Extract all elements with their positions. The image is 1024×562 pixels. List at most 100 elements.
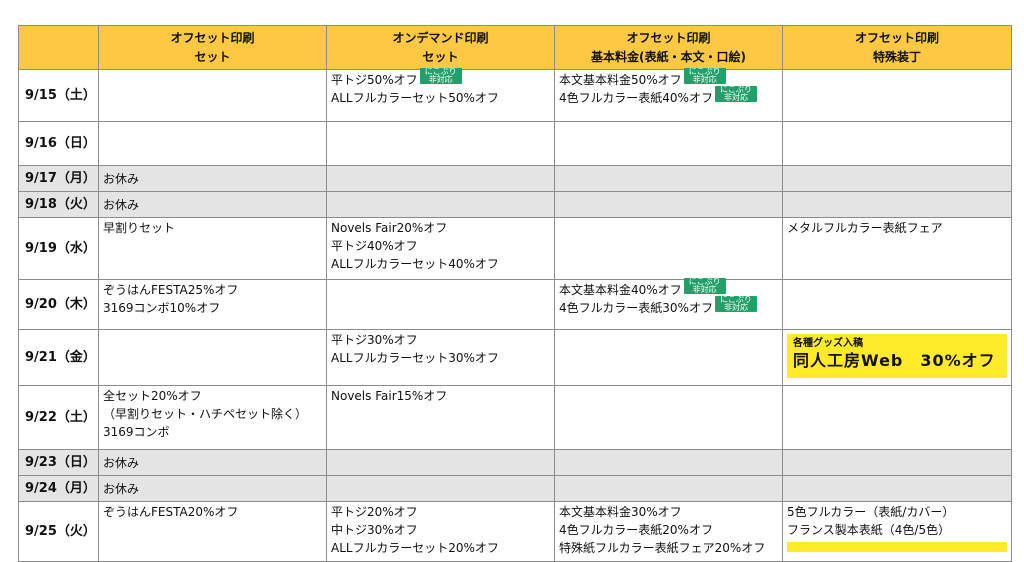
cell-text: お休み bbox=[103, 171, 140, 186]
schedule-cell: お休み bbox=[98, 449, 327, 476]
schedule-cell: 早割りセット bbox=[98, 217, 327, 280]
cell-line: 平トジ40%オフ bbox=[331, 237, 550, 255]
cell-line: 早割りセット bbox=[103, 219, 322, 237]
cell-line: メタルフルカラー表紙フェア bbox=[787, 219, 1007, 237]
cell-line: 全セット20%オフ bbox=[103, 387, 322, 405]
schedule-cell: お休み bbox=[98, 165, 327, 192]
table-row: 9/21（金） 平トジ30%オフ ALLフルカラーセット30%オフ 各種グッズ入稿 同人… bbox=[18, 329, 1012, 386]
cell-line: 特殊紙フルカラー表紙フェア20%オフ bbox=[559, 539, 778, 557]
not-supported-badge: にこぷり 非対応 bbox=[714, 295, 757, 312]
header-date bbox=[18, 25, 99, 70]
cell-text: 本文基本料金50%オフ bbox=[559, 73, 682, 87]
header-ondemand-set: オンデマンド印刷 セット bbox=[326, 25, 555, 70]
cell-text: 本文基本料金40%オフ bbox=[559, 283, 682, 297]
banner-subtitle: 各種グッズ入稿 bbox=[793, 338, 863, 349]
badge-line: 非対応 bbox=[692, 74, 717, 84]
cell-text: Novels Fair15%オフ bbox=[331, 389, 448, 403]
cell-text: 早割りセット bbox=[103, 221, 176, 235]
table-row: 9/23（日） お休み bbox=[18, 449, 1012, 476]
schedule-cell bbox=[782, 385, 1012, 450]
cell-text: 3169コンボ10%オフ bbox=[103, 301, 221, 315]
not-supported-badge: にこぷり 非対応 bbox=[683, 67, 726, 84]
cell-line: ALLフルカラーセット40%オフ bbox=[331, 255, 550, 273]
cell-line: お休み bbox=[103, 170, 322, 188]
cell-text: お休み bbox=[103, 197, 140, 212]
cell-text: お休み bbox=[103, 481, 140, 496]
schedule-cell: ぞうはんFESTA25%オフ 3169コンボ10%オフ bbox=[98, 279, 327, 330]
schedule-cell bbox=[98, 69, 327, 122]
schedule-cell bbox=[326, 121, 555, 166]
cell-text: 4色フルカラー表紙30%オフ bbox=[559, 301, 713, 315]
date-cell: 9/23（日） bbox=[18, 449, 99, 476]
cell-line: （早割りセット・ハチペセット除く） bbox=[103, 405, 322, 423]
cell-line: ぞうはんFESTA25%オフ bbox=[103, 281, 322, 299]
banner-title: 同人工房Web 30%オフ bbox=[793, 351, 996, 370]
cell-line: お休み bbox=[103, 454, 322, 472]
cell-text: 平トジ50%オフ bbox=[331, 73, 418, 87]
cell-line: Novels Fair20%オフ bbox=[331, 219, 550, 237]
schedule-cell bbox=[98, 329, 327, 386]
schedule-cell bbox=[554, 121, 783, 166]
not-supported-badge: にこぷり 非対応 bbox=[683, 277, 726, 294]
cell-line: ALLフルカラーセット30%オフ bbox=[331, 349, 550, 367]
header-row: オフセット印刷 セット オンデマンド印刷 セット オフセット印刷 基本料金(表紙・本文… bbox=[18, 25, 1012, 70]
cell-line: 平トジ50%オフ にこぷり 非対応 bbox=[331, 67, 550, 89]
cell-line: ALLフルカラーセット20%オフ bbox=[331, 539, 550, 557]
schedule-cell: 全セット20%オフ （早割りセット・ハチペセット除く） 3169コンボ bbox=[98, 385, 327, 450]
cell-line: お休み bbox=[103, 196, 322, 214]
schedule-cell: お休み bbox=[98, 191, 327, 218]
table-row: 9/15（土） 平トジ50%オフ にこぷり 非対応 ALLフルカラーセット50%オフ 本文… bbox=[18, 67, 1012, 122]
cell-text: 平トジ20%オフ bbox=[331, 505, 418, 519]
table-row: 9/20（木） ぞうはんFESTA25%オフ 3169コンボ10%オフ 本文基本料金4… bbox=[18, 277, 1012, 330]
schedule-cell: 本文基本料金50%オフ にこぷり 非対応 4色フルカラー表紙40%オフ にこぷり 非対応 bbox=[554, 67, 783, 122]
header-offset-special-binding: オフセット印刷 特殊装丁 bbox=[782, 25, 1012, 70]
schedule-cell bbox=[98, 121, 327, 166]
table-row: 9/22（土） 全セット20%オフ （早割りセット・ハチペセット除く） 3169コンボ… bbox=[18, 385, 1012, 450]
header-offset-set: オフセット印刷 セット bbox=[98, 25, 327, 70]
date-cell: 9/21（金） bbox=[18, 329, 99, 386]
schedule-cell: メタルフルカラー表紙フェア bbox=[782, 217, 1012, 280]
cell-line: Novels Fair15%オフ bbox=[331, 387, 550, 405]
schedule-cell bbox=[782, 279, 1012, 330]
schedule-cell bbox=[554, 191, 783, 218]
cell-text: 全セット20%オフ bbox=[103, 389, 202, 403]
date-cell: 9/17（月） bbox=[18, 165, 99, 192]
cell-text: 中トジ30%オフ bbox=[331, 523, 418, 537]
schedule-cell bbox=[326, 449, 555, 476]
header-offset-base-fee: オフセット印刷 基本料金(表紙・本文・口絵) bbox=[554, 25, 783, 70]
cell-text: ぞうはんFESTA25%オフ bbox=[103, 283, 239, 297]
cell-text: お休み bbox=[103, 455, 140, 470]
not-supported-badge: にこぷり 非対応 bbox=[714, 85, 757, 102]
cell-line: ぞうはんFESTA20%オフ bbox=[103, 503, 322, 521]
cell-text: 3169コンボ bbox=[103, 425, 170, 439]
schedule-cell bbox=[782, 121, 1012, 166]
campaign-schedule-table: オフセット印刷 セット オンデマンド印刷 セット オフセット印刷 基本料金(表紙・本文… bbox=[18, 25, 1012, 562]
goods-banner[interactable]: 各種グッズ入稿同人工房Web 30%オフ bbox=[787, 334, 1007, 378]
date-cell: 9/16（日） bbox=[18, 121, 99, 166]
cell-line: 平トジ20%オフ bbox=[331, 503, 550, 521]
schedule-cell bbox=[782, 165, 1012, 192]
schedule-cell: 本文基本料金40%オフ にこぷり 非対応 4色フルカラー表紙30%オフ にこぷり 非対応 bbox=[554, 277, 783, 330]
schedule-cell: お休み bbox=[98, 475, 327, 502]
table-row: 9/17（月） お休み bbox=[18, 165, 1012, 192]
schedule-cell bbox=[554, 329, 783, 386]
schedule-cell bbox=[554, 217, 783, 280]
badge-line: 非対応 bbox=[428, 74, 453, 84]
cell-text: （早割りセット・ハチペセット除く） bbox=[103, 407, 308, 421]
schedule-cell: 平トジ50%オフ にこぷり 非対応 ALLフルカラーセット50%オフ bbox=[326, 67, 555, 122]
cell-line: 4色フルカラー表紙30%オフ にこぷり 非対応 bbox=[559, 295, 778, 317]
date-cell: 9/18（火） bbox=[18, 191, 99, 218]
cell-text: 4色フルカラー表紙40%オフ bbox=[559, 91, 713, 105]
not-supported-badge: にこぷり 非対応 bbox=[419, 67, 462, 84]
schedule-cell: 各種グッズ入稿同人工房Web 30%オフ bbox=[782, 329, 1012, 386]
schedule-cell bbox=[554, 475, 783, 502]
cell-line: 本文基本料金30%オフ bbox=[559, 503, 778, 521]
cell-text: ALLフルカラーセット30%オフ bbox=[331, 351, 499, 365]
date-cell: 9/19（水） bbox=[18, 217, 99, 280]
table-row: 9/18（火） お休み bbox=[18, 191, 1012, 218]
cell-text: Novels Fair20%オフ bbox=[331, 221, 448, 235]
schedule-cell bbox=[782, 69, 1012, 122]
cell-text: 平トジ40%オフ bbox=[331, 239, 418, 253]
cell-text: 5色フルカラー（表紙/カバー） bbox=[787, 505, 955, 519]
badge-line: 非対応 bbox=[723, 92, 748, 102]
